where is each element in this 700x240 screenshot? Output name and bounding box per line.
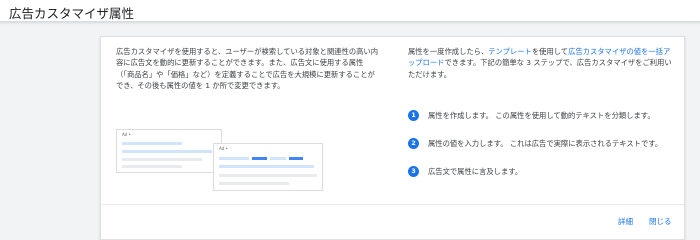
headline-bar	[219, 165, 314, 168]
description-bar	[122, 165, 182, 168]
ad-preview-card-front: Ad •	[213, 143, 323, 191]
top-header-bar: 広告カスタマイザ属性	[0, 0, 700, 22]
close-button[interactable]: 閉じる	[649, 216, 672, 227]
customized-value-bar	[289, 157, 303, 160]
step-number-badge: 2	[408, 138, 419, 149]
template-link[interactable]: テンプレート	[488, 47, 532, 56]
ad-label: Ad •	[219, 146, 228, 151]
ad-label: Ad •	[122, 132, 131, 137]
intro-text-middle: を使用して	[531, 47, 569, 56]
headline-bar	[122, 150, 212, 153]
description-text: 広告カスタマイザを使用すると、ユーザーが検索している対象と関連性の高い内容に広告…	[116, 47, 379, 90]
headline-bar	[219, 157, 249, 160]
ad-customizer-info-card: 広告カスタマイザを使用すると、ユーザーが検索している対象と関連性の高い内容に広告…	[100, 36, 685, 240]
description-bar	[122, 158, 202, 161]
ad-preview-illustration: Ad • Ad •	[116, 129, 326, 193]
description-bar	[219, 174, 317, 177]
step-number-badge: 1	[408, 110, 419, 121]
page-title: 広告カスタマイザ属性	[9, 6, 135, 21]
ad-preview-card-back: Ad •	[116, 129, 222, 173]
intro-text: 属性を一度作成したら、テンプレートを使用して広告カスタマイザの値を一括アップロー…	[408, 46, 673, 80]
description-bar	[219, 182, 289, 185]
details-button[interactable]: 詳細	[618, 216, 633, 227]
intro-text-after: できます。下記の簡単な 3 ステップで、広告カスタマイザをご利用いただけます。	[408, 58, 672, 79]
headline-bar	[270, 157, 286, 160]
customized-value-bar	[252, 157, 267, 160]
intro-text-before: 属性を一度作成したら、	[408, 47, 489, 56]
step-text: 属性の値を入力します。 これは広告で実際に表示されるテキストです。	[428, 139, 663, 148]
step-text: 属性を作成します。 この属性を使用して動的テキストを分類します。	[428, 111, 655, 120]
headline-bar	[122, 142, 182, 145]
step-text: 広告文で属性に言及します。	[428, 167, 523, 176]
step-number-badge: 3	[408, 166, 419, 177]
card-divider	[101, 204, 684, 205]
